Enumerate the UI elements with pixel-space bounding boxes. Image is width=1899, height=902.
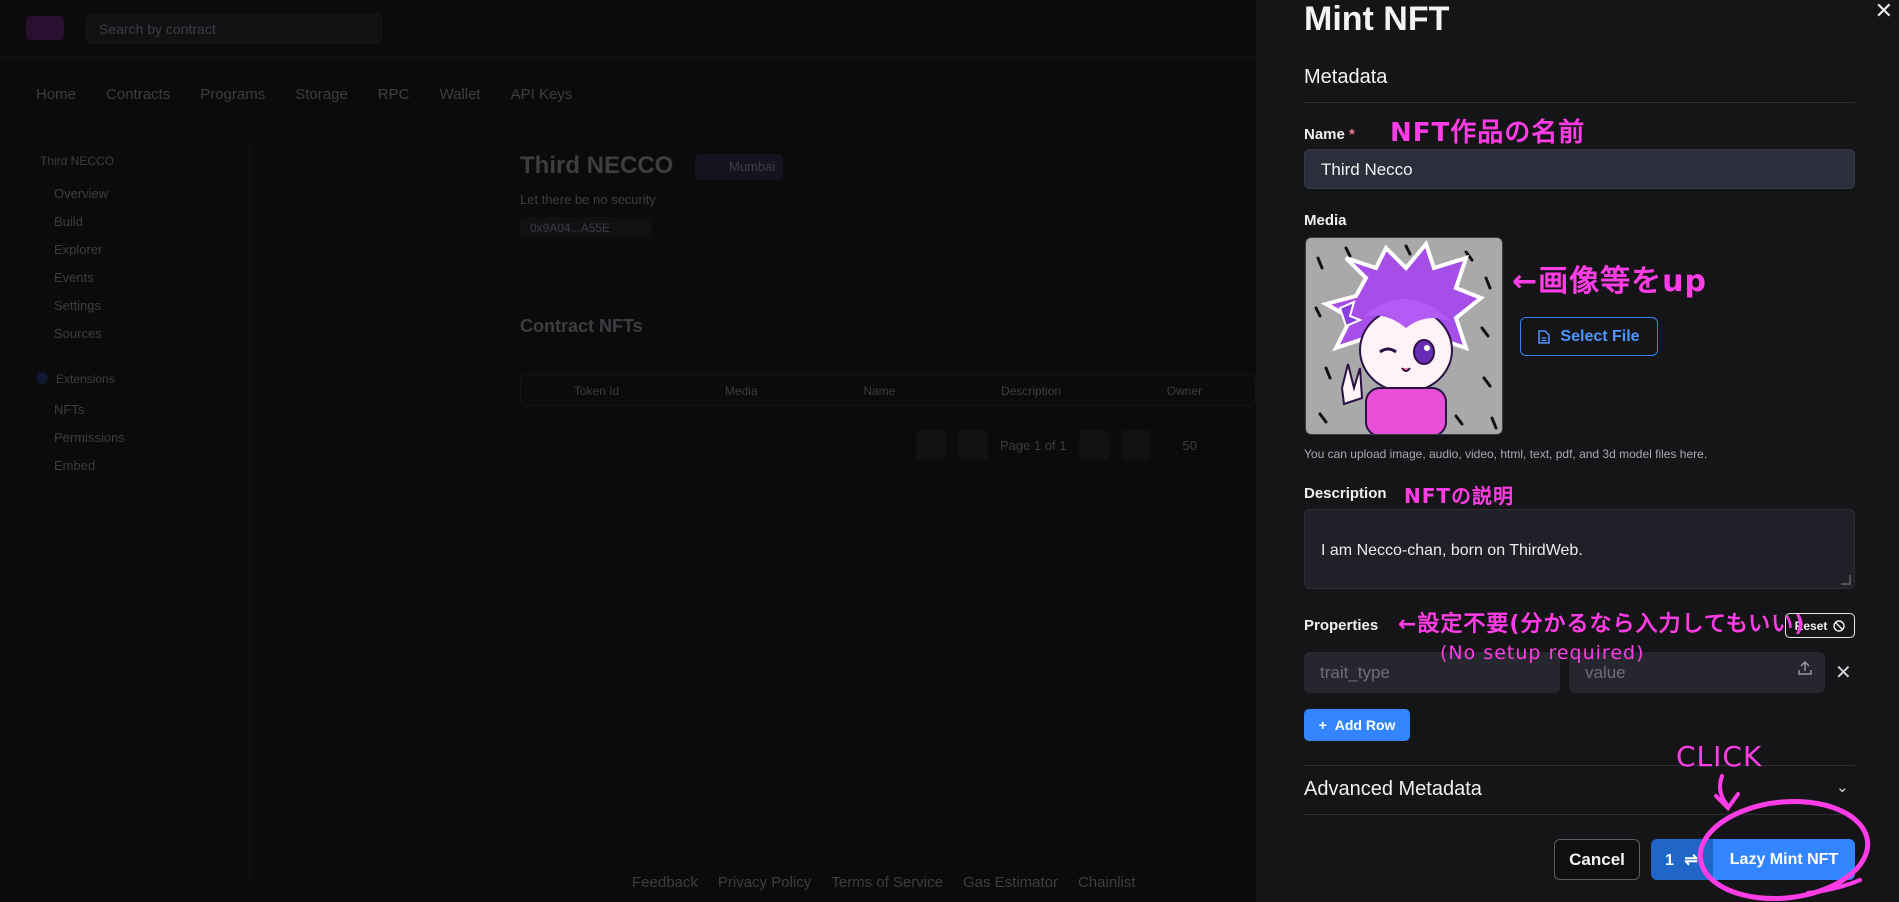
select-file-label: Select File [1560, 327, 1640, 345]
bg-table-header: Token Id Media Name Description Owner [520, 374, 1256, 406]
background-search-input: Search by contract [86, 14, 382, 44]
select-file-button[interactable]: Select File [1520, 317, 1658, 356]
bg-sidebar-dot-icon [36, 372, 48, 384]
annotation-description: NFTの説明 [1404, 484, 1515, 508]
app-logo [26, 16, 64, 40]
bg-footer-link: Gas Estimator [962, 874, 1058, 891]
media-label: Media [1304, 212, 1347, 229]
description-label: Description [1304, 485, 1387, 502]
bg-next-page-button [1078, 430, 1109, 460]
bg-table-col: Name [863, 384, 896, 398]
trait-value-placeholder: value [1585, 663, 1626, 682]
bg-table-col: Token Id [573, 384, 620, 398]
name-label-text: Name [1304, 126, 1345, 143]
bg-nav-item: Wallet [439, 86, 481, 103]
bg-sidebar-list: Overview Build Explorer Events Settings … [54, 186, 108, 341]
cancel-button[interactable]: Cancel [1554, 839, 1640, 880]
media-hint-text: You can upload image, audio, video, html… [1304, 447, 1708, 461]
annotation-click: CLICK [1676, 740, 1763, 773]
name-input[interactable]: Third Necco [1304, 149, 1855, 189]
bg-sidebar-item: Permissions [54, 430, 125, 445]
bg-page-subtitle: Let there be no security [520, 192, 656, 207]
bg-nav-item: Contracts [106, 86, 171, 103]
bg-sidebar-item: Explorer [54, 242, 103, 257]
bg-footer-link: Terms of Service [831, 874, 943, 891]
plus-icon: + [1318, 717, 1327, 733]
screen: Search by contract Home Contracts Progra… [0, 0, 1899, 902]
bg-first-page-button [916, 430, 946, 460]
properties-label: Properties [1304, 617, 1379, 634]
bg-sidebar-item: Embed [54, 458, 96, 473]
necco-character-image [1306, 238, 1502, 434]
bg-sidebar-section: Extensions [56, 372, 115, 386]
bg-footer-link: Privacy Policy [717, 874, 812, 891]
annotation-media: ←画像等をup [1512, 264, 1707, 299]
swap-icon: ⇌ [1684, 852, 1698, 869]
media-preview-image[interactable] [1305, 237, 1503, 435]
bg-sidebar-item: Settings [54, 298, 101, 313]
ban-icon [1833, 619, 1846, 632]
chevron-down-icon[interactable]: ⌄ [1836, 778, 1849, 796]
background-app-overlay[interactable]: Search by contract Home Contracts Progra… [0, 0, 1256, 902]
description-value: I am Necco-chan, born on ThirdWeb. [1321, 542, 1583, 559]
bg-last-page-button [1120, 430, 1151, 460]
bg-table-col: Description [1001, 384, 1062, 398]
metadata-heading: Metadata [1304, 66, 1388, 88]
lazy-mint-button[interactable]: Lazy Mint NFT [1713, 839, 1855, 880]
bg-section-heading: Contract NFTs [520, 316, 643, 336]
bg-sidebar-list-2: NFTs Permissions Embed [54, 402, 125, 473]
file-icon [1538, 329, 1551, 344]
drawer-title: Mint NFT [1304, 0, 1450, 38]
divider [1304, 814, 1855, 815]
background-sidebar: Third NECCO Overview Build Explorer Even… [0, 140, 250, 880]
bg-nav-item: RPC [377, 86, 410, 103]
annotation-properties: ←設定不要(分かるなら入力してもいい) [1398, 612, 1806, 637]
bg-footer: Feedback Privacy Policy Terms of Service… [632, 874, 1136, 891]
bg-sidebar-item: Sources [54, 326, 102, 341]
name-label: Name * [1304, 126, 1355, 143]
bg-page-size: 50 [1182, 437, 1197, 453]
annotation-name: NFT作品の名前 [1390, 118, 1586, 148]
bg-prev-page-button [958, 430, 988, 460]
bg-table-col: Owner [1166, 384, 1203, 398]
bg-page-title: Third NECCO [520, 152, 674, 179]
bg-nav-item: Programs [200, 86, 266, 103]
divider [1304, 765, 1855, 766]
bg-network-badge: Mumbai [695, 154, 783, 180]
bg-contract-address: 0x9A04...A55E [520, 217, 652, 239]
bg-footer-link: Feedback [632, 874, 698, 891]
remove-row-icon[interactable]: ✕ [1835, 660, 1852, 685]
upload-icon[interactable] [1797, 660, 1817, 680]
bg-nav-item: API Keys [510, 86, 573, 103]
bg-page-indicator: Page 1 of 1 [1000, 437, 1067, 453]
bg-nav-item: Home [36, 86, 77, 103]
bg-sidebar-item: Overview [54, 186, 109, 201]
divider [1304, 102, 1855, 103]
bg-nav-item: Storage [295, 86, 348, 103]
background-header: Search by contract [0, 0, 1256, 58]
bg-sidebar-item: Build [54, 214, 83, 229]
advanced-metadata-toggle[interactable]: Advanced Metadata [1304, 778, 1482, 801]
annotation-properties-en: (No setup required) [1440, 642, 1645, 664]
add-row-button[interactable]: + Add Row [1304, 709, 1410, 741]
bg-pagination: Page 1 of 1 50 [916, 430, 1197, 460]
close-icon[interactable]: ✕ [1875, 0, 1893, 22]
required-mark: * [1349, 126, 1355, 143]
quantity-stepper[interactable]: 1 ⇌ [1651, 839, 1713, 880]
resize-handle-icon[interactable] [1841, 575, 1851, 585]
bg-footer-link: Chainlist [1077, 874, 1136, 891]
add-row-label: Add Row [1334, 717, 1396, 733]
bg-sidebar-item: NFTs [54, 402, 85, 417]
bg-sidebar-item: Events [54, 270, 94, 285]
description-textarea[interactable]: I am Necco-chan, born on ThirdWeb. [1304, 509, 1855, 589]
bg-sidebar-heading: Third NECCO [40, 154, 115, 168]
bg-table-col: Media [724, 384, 758, 398]
quantity-value: 1 [1665, 852, 1674, 869]
background-nav: Home Contracts Programs Storage RPC Wall… [36, 86, 572, 103]
